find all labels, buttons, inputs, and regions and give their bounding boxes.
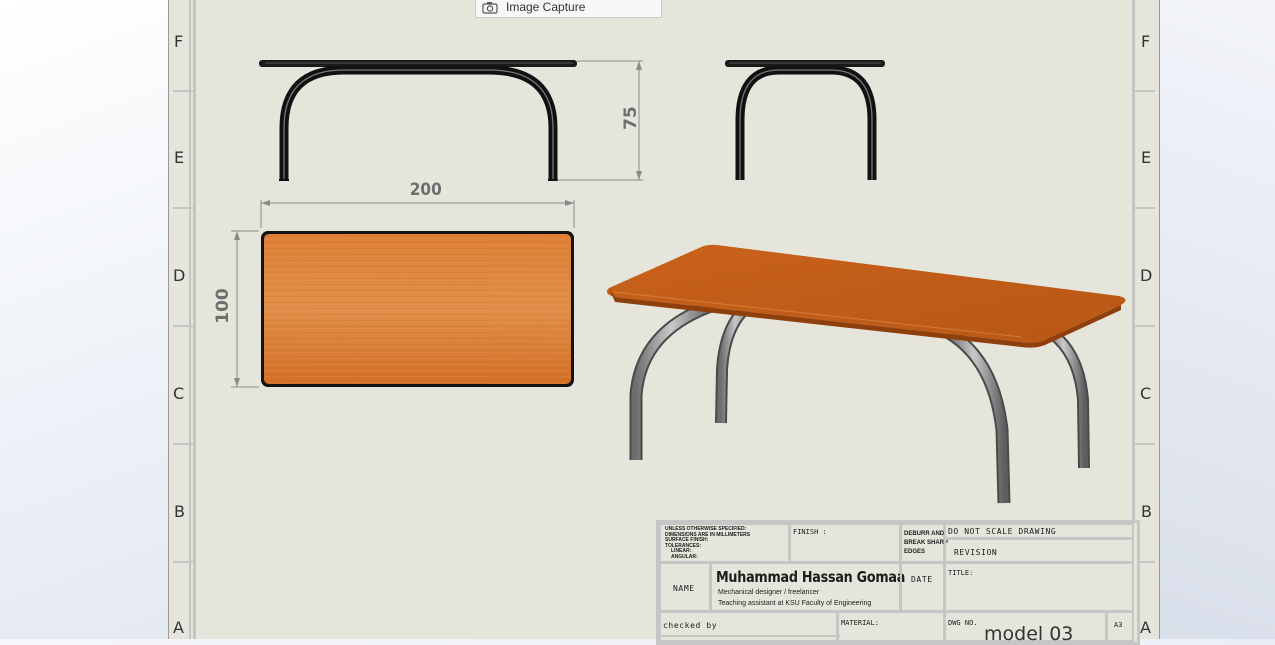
desktop-background-left bbox=[0, 0, 168, 639]
dimension-length: 200 bbox=[409, 180, 442, 200]
finish-label: FINISH : bbox=[793, 528, 827, 536]
author-role-2: Teaching assistant at KSU Faculty of Eng… bbox=[718, 600, 872, 607]
checked-by-label: checked by bbox=[663, 621, 718, 630]
checked-by-divider bbox=[661, 635, 840, 637]
title-block: UNLESS OTHERWISE SPECIFIED: DIMENSIONS A… bbox=[656, 520, 1140, 645]
model-name: model 03 bbox=[984, 623, 1074, 645]
dwg-no-label: DWG NO. bbox=[948, 619, 978, 627]
sheet-size-cell: A3 bbox=[1106, 611, 1134, 642]
image-capture-button[interactable]: Image Capture bbox=[475, 0, 662, 18]
deburr-note-2: BREAK SHARP bbox=[904, 540, 949, 546]
finish-cell: FINISH : bbox=[789, 523, 901, 563]
title-label: TITLE: bbox=[948, 569, 974, 577]
dimension-height: 75 bbox=[620, 106, 641, 130]
date-label-cell: DATE bbox=[900, 562, 945, 612]
author-role-1: Mechanical designer / freelancer bbox=[718, 589, 820, 596]
name-label-cell: NAME bbox=[659, 562, 711, 612]
material-cell: MATERIAL: bbox=[837, 611, 945, 642]
dimension-width: 100 bbox=[212, 288, 233, 324]
revision-label: REVISION bbox=[954, 548, 998, 557]
author-cell: Muhammad Hassan Gomaa Mechanical designe… bbox=[710, 562, 905, 612]
tolerance-cell: UNLESS OTHERWISE SPECIFIED: DIMENSIONS A… bbox=[659, 523, 790, 563]
name-label: NAME bbox=[673, 584, 695, 593]
unless-note-6: ANGULAR: bbox=[671, 553, 698, 560]
checked-by-cell: checked by bbox=[659, 611, 840, 642]
do-not-scale-cell: DO NOT SCALE DRAWING bbox=[944, 523, 1134, 539]
desktop-background-right bbox=[1158, 0, 1275, 639]
author-name: Muhammad Hassan Gomaa bbox=[716, 568, 906, 586]
deburr-cell: DEBURR AND BREAK SHARP EDGES bbox=[900, 523, 949, 563]
image-capture-label: Image Capture bbox=[506, 0, 586, 14]
top-view bbox=[231, 200, 575, 388]
deburr-note-3: EDGES bbox=[904, 549, 926, 555]
deburr-note-1: DEBURR AND bbox=[904, 531, 945, 537]
do-not-scale-label: DO NOT SCALE DRAWING bbox=[948, 527, 1057, 536]
dwg-no-cell: DWG NO. model 03 bbox=[944, 611, 1107, 645]
revision-cell: REVISION bbox=[944, 538, 1134, 563]
material-label: MATERIAL: bbox=[841, 619, 879, 627]
isometric-view bbox=[607, 244, 1126, 504]
side-view bbox=[725, 60, 885, 180]
camera-icon bbox=[482, 2, 498, 14]
sheet-size: A3 bbox=[1114, 621, 1123, 629]
date-label: DATE bbox=[911, 575, 933, 584]
title-cell: TITLE: bbox=[944, 562, 1134, 612]
front-view bbox=[259, 60, 643, 181]
